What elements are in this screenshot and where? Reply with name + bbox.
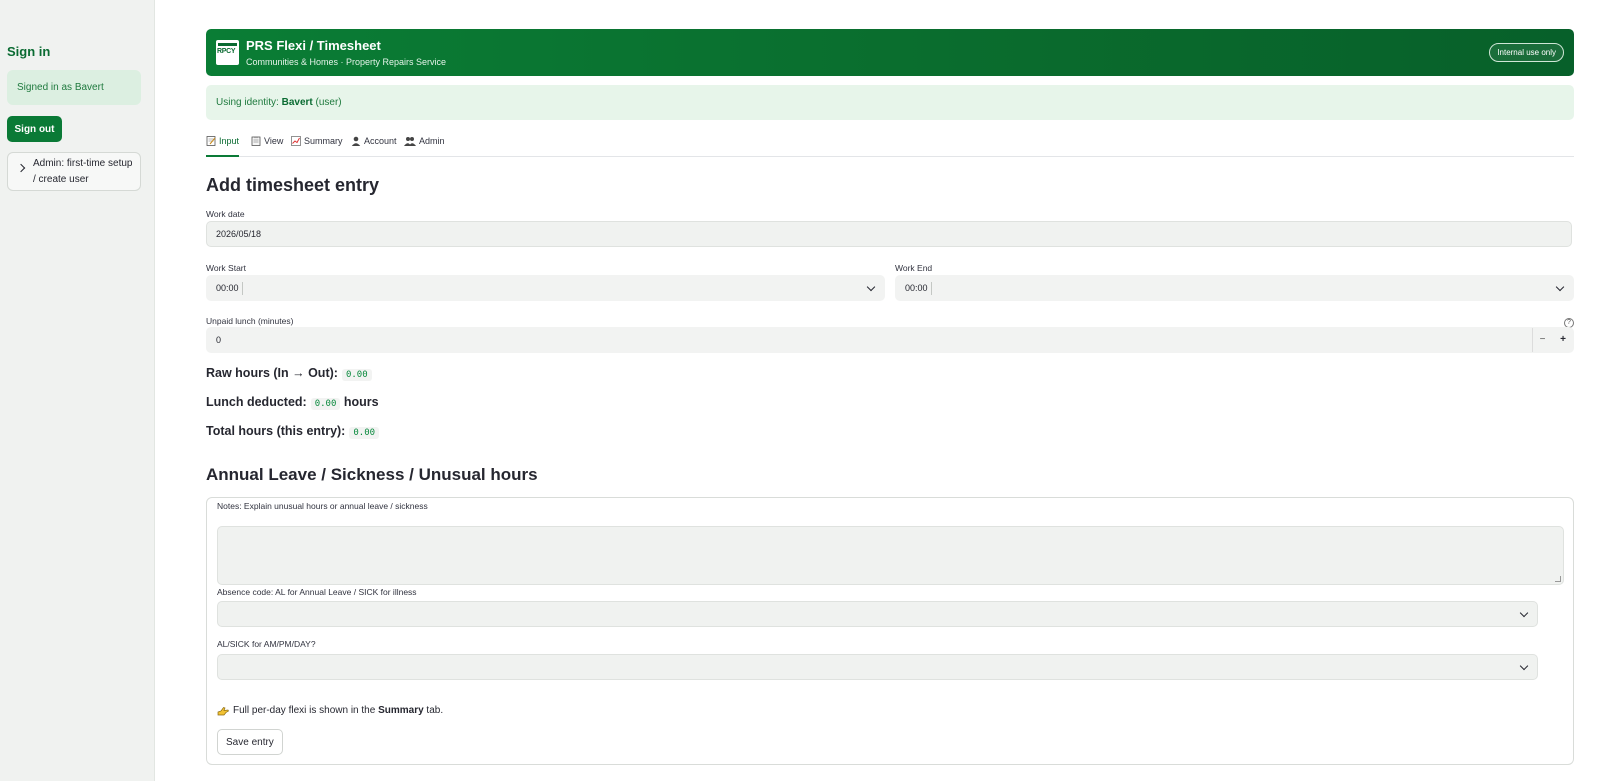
lunch-deducted-value: 0.00 — [310, 398, 341, 410]
ampm-label: AL/SICK for AM/PM/DAY? — [217, 639, 316, 649]
work-date-value: 2026/05/18 — [216, 229, 262, 239]
tab-input-label: Input — [219, 136, 240, 146]
raw-hours-label: Raw hours (In → Out): — [206, 366, 338, 380]
increment-button[interactable]: + — [1553, 328, 1573, 352]
lunch-minutes-input[interactable]: 0 − + — [206, 327, 1574, 353]
work-end-select[interactable]: 00:00 — [895, 275, 1574, 301]
work-end-label: Work End — [895, 263, 933, 273]
chevron-down-icon — [1519, 608, 1529, 618]
chevron-down-icon — [1519, 661, 1529, 671]
work-start-value: 00:00 — [216, 283, 239, 293]
chevron-right-icon — [16, 163, 26, 173]
internal-badge: Internal use only — [1489, 43, 1564, 62]
work-date-label: Work date — [206, 209, 245, 219]
total-hours-value: 0.00 — [349, 427, 380, 439]
lunch-label: Unpaid lunch (minutes) — [206, 316, 294, 326]
leave-form-box: Notes: Explain unusual hours or annual l… — [206, 497, 1574, 765]
lunch-deducted-label: Lunch deducted: — [206, 395, 307, 409]
sidebar: Sign in Signed in as Bavert Sign out Adm… — [0, 0, 155, 781]
admin-setup-expander[interactable]: Admin: first-time setup / create user — [7, 152, 141, 191]
absence-code-label: Absence code: AL for Annual Leave / SICK… — [217, 587, 417, 597]
lunch-deducted-unit: hours — [343, 395, 379, 409]
section-heading-leave: Annual Leave / Sickness / Unusual hours — [206, 465, 538, 484]
tab-summary[interactable]: Summary — [291, 136, 343, 157]
identity-role: (user) — [312, 97, 342, 108]
tab-summary-label: Summary — [304, 136, 343, 146]
absence-code-select[interactable] — [217, 601, 1538, 627]
raw-hours-value: 0.00 — [341, 369, 372, 381]
pointing-hand-icon — [217, 706, 229, 715]
identity-notice: Using identity: Bavert (user) — [206, 85, 1574, 120]
identity-name: Bavert — [281, 97, 313, 108]
app-title: PRS Flexi / Timesheet — [246, 38, 381, 53]
total-hours-label: Total hours (this entry): — [206, 424, 346, 438]
identity-prefix: Using identity: — [216, 97, 282, 108]
chart-icon — [291, 136, 301, 146]
tab-bar: Input View Summary Account Admin — [206, 133, 1574, 157]
hint-bold: Summary — [378, 705, 424, 716]
summary-hint: Full per-day flexi is shown in the Summa… — [217, 705, 443, 716]
signed-in-status: Signed in as Bavert — [7, 70, 141, 105]
notes-textarea[interactable] — [217, 526, 1564, 585]
tab-admin-label: Admin — [419, 136, 445, 146]
user-icon — [351, 136, 361, 146]
sign-out-button[interactable]: Sign out — [7, 116, 62, 142]
tab-input[interactable]: Input — [206, 136, 240, 157]
hint-post: tab. — [423, 705, 444, 716]
admin-setup-label: Admin: first-time setup / create user — [33, 158, 133, 185]
raw-hours-metric: Raw hours (In → Out): 0.00 — [206, 366, 372, 381]
sidebar-title: Sign in — [7, 44, 51, 59]
resize-handle-icon[interactable] — [1555, 576, 1561, 582]
tab-view-label: View — [264, 136, 284, 146]
app-subtitle: Communities & Homes · Property Repairs S… — [246, 57, 447, 67]
notes-label: Notes: Explain unusual hours or annual l… — [217, 501, 428, 511]
work-date-input[interactable]: 2026/05/18 — [206, 221, 1572, 247]
header-banner: RPCY PRS Flexi / Timesheet Communities &… — [206, 29, 1574, 76]
tab-account-label: Account — [364, 136, 397, 146]
ampm-select[interactable] — [217, 654, 1538, 680]
memo-icon — [206, 136, 216, 146]
decrement-button[interactable]: − — [1532, 328, 1552, 352]
tab-admin[interactable]: Admin — [404, 136, 445, 157]
logo-text: RPCY — [217, 48, 236, 55]
tab-account[interactable]: Account — [351, 136, 397, 157]
section-heading-add-entry: Add timesheet entry — [206, 175, 380, 195]
total-hours-metric: Total hours (this entry): 0.00 — [206, 424, 380, 439]
hint-pre: Full per-day flexi is shown in the — [233, 705, 379, 716]
chevron-down-icon — [866, 282, 876, 292]
work-start-label: Work Start — [206, 263, 246, 273]
work-start-select[interactable]: 00:00 — [206, 275, 885, 301]
work-end-value: 00:00 — [905, 283, 928, 293]
users-icon — [404, 137, 416, 146]
clipboard-icon — [251, 136, 261, 146]
chevron-down-icon — [1555, 282, 1565, 292]
logo: RPCY — [216, 40, 239, 65]
lunch-minutes-value: 0 — [216, 335, 222, 345]
tab-view[interactable]: View — [251, 136, 283, 157]
save-entry-button[interactable]: Save entry — [217, 729, 283, 755]
lunch-deducted-metric: Lunch deducted: 0.00 hours — [206, 395, 379, 410]
